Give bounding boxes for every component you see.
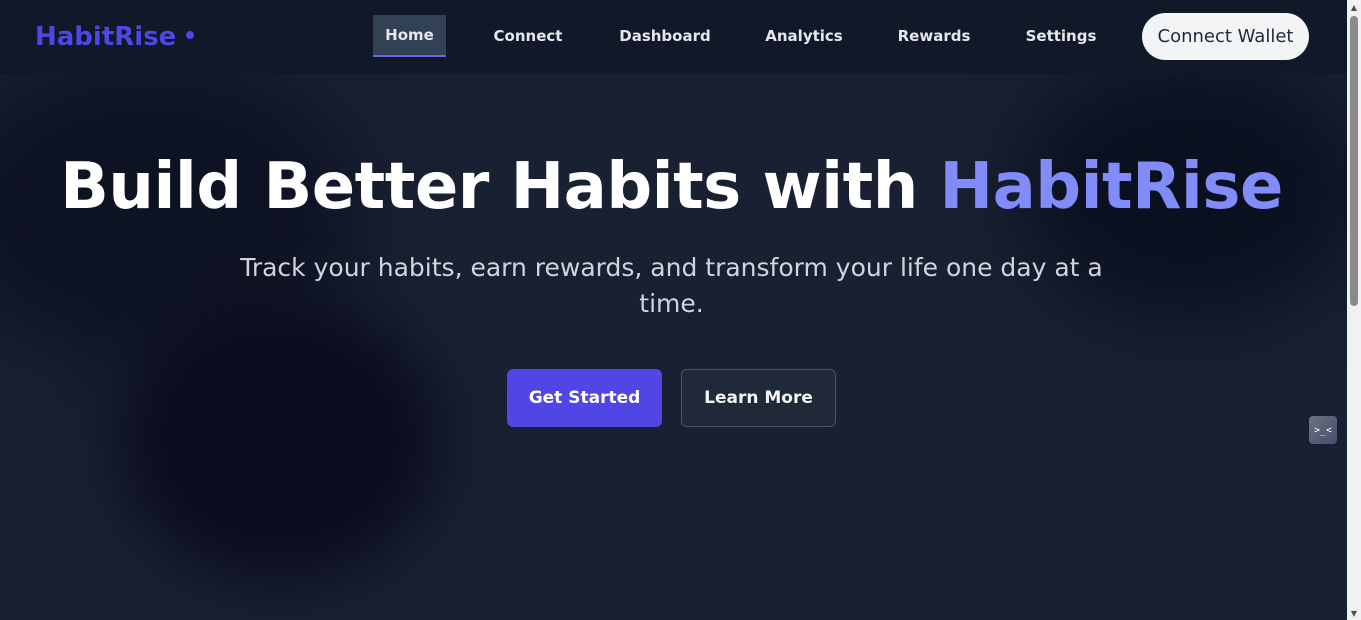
hero-title: Build Better Habits with HabitRise (0, 150, 1343, 224)
logo-text: HabitRise (35, 22, 177, 52)
nav-link-analytics[interactable]: Analytics (761, 15, 847, 57)
logo[interactable]: HabitRise (35, 22, 195, 52)
navbar: HabitRise Home Connect Dashboard Analyti… (0, 0, 1347, 74)
face-icon: >_< (1313, 424, 1333, 436)
scroll-thumb[interactable] (1350, 16, 1358, 306)
nav-link-settings[interactable]: Settings (1021, 15, 1101, 57)
background-glow (120, 300, 440, 580)
dot-icon (186, 31, 195, 39)
floating-widget-button[interactable]: >_< (1309, 416, 1337, 444)
hero-title-accent: HabitRise (939, 150, 1284, 224)
chevron-up-icon[interactable]: ▲ (1347, 0, 1361, 14)
chevron-down-icon[interactable]: ▼ (1347, 606, 1361, 620)
get-started-button[interactable]: Get Started (507, 369, 662, 427)
learn-more-button[interactable]: Learn More (681, 369, 836, 427)
scrollbar[interactable]: ▲ ▼ (1347, 0, 1361, 620)
page: HabitRise Home Connect Dashboard Analyti… (0, 0, 1347, 620)
nav-link-home[interactable]: Home (373, 15, 446, 57)
nav-link-rewards[interactable]: Rewards (893, 15, 975, 57)
nav-link-dashboard[interactable]: Dashboard (615, 15, 715, 57)
nav-link-connect[interactable]: Connect (488, 15, 568, 57)
connect-wallet-button[interactable]: Connect Wallet (1142, 13, 1309, 60)
hero-title-main: Build Better Habits with (60, 150, 940, 224)
hero-subtitle: Track your habits, earn rewards, and tra… (240, 253, 1103, 318)
